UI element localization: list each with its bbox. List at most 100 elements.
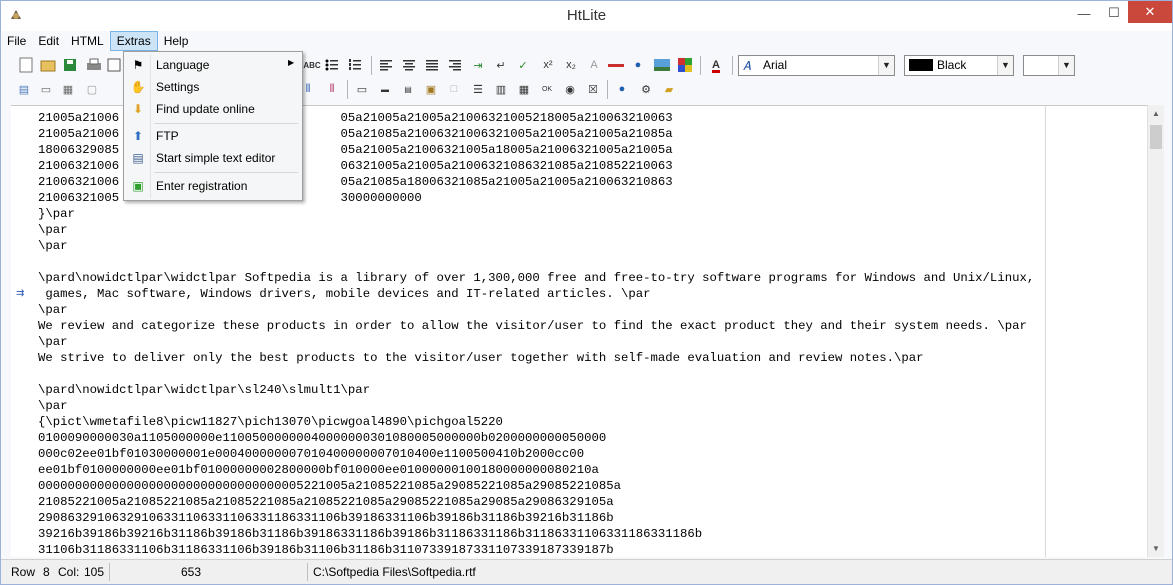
align-center-icon[interactable] — [400, 56, 418, 74]
chevron-down-icon[interactable]: ▼ — [878, 56, 894, 75]
align-justify-icon[interactable] — [423, 56, 441, 74]
chevron-down-icon[interactable]: ▼ — [997, 56, 1013, 75]
align-right-icon[interactable] — [446, 56, 464, 74]
editor-line[interactable]: \pard\nowidctlpar\widctlpar\sl240\slmult… — [38, 382, 1034, 398]
superscript-icon[interactable]: x² — [539, 56, 557, 74]
menu-item-registration[interactable]: ▣ Enter registration — [126, 175, 300, 197]
layout-icon[interactable]: ▤ — [15, 80, 33, 98]
editor-line[interactable]: ee01bf0100000000ee01bf01000000002800000b… — [38, 462, 1034, 478]
editor-line[interactable]: 21085221005a21085221085a21085221085a2108… — [38, 494, 1034, 510]
editor-line[interactable]: 0100090000030a1105000000e110050000000400… — [38, 430, 1034, 446]
menu-html[interactable]: HTML — [65, 31, 110, 51]
col-label: Col: — [58, 565, 80, 579]
scroll-up-arrow-icon[interactable]: ▲ — [1148, 105, 1164, 122]
merge-icon[interactable]: ⫴ — [323, 80, 341, 98]
editor-gutter — [11, 106, 36, 557]
grid-layout-icon[interactable]: ▦ — [515, 80, 533, 98]
list-box-icon[interactable]: ☰ — [469, 80, 487, 98]
color-grid-icon[interactable] — [676, 56, 694, 74]
editor-line[interactable] — [38, 366, 1034, 382]
folder-star-icon[interactable]: ▰ — [660, 80, 678, 98]
editor-line[interactable]: We strive to deliver only the best produ… — [38, 350, 1034, 366]
menu-edit[interactable]: Edit — [32, 31, 65, 51]
menu-extras[interactable]: Extras — [109, 31, 158, 51]
ok-button-icon[interactable]: OK — [538, 80, 556, 98]
abc-spellcheck-icon[interactable]: ABC — [303, 56, 321, 74]
editor-line[interactable]: 0000000000000000000000000000000000052210… — [38, 478, 1034, 494]
subscript-icon[interactable]: x₂ — [562, 56, 580, 74]
editor-line[interactable]: \par — [38, 302, 1034, 318]
indent-icon[interactable]: ⇥ — [469, 56, 487, 74]
editor-line[interactable]: }\par — [38, 206, 1034, 222]
radio-button-icon[interactable]: ◉ — [561, 80, 579, 98]
menu-bar: File Edit HTML Extras Help — [1, 31, 1172, 51]
menu-help[interactable]: Help — [158, 31, 195, 51]
maximize-button[interactable]: ☐ — [1099, 1, 1129, 25]
editor-line[interactable]: \pard\nowidctlpar\widctlpar Softpedia is… — [38, 270, 1034, 286]
menu-item-text-editor[interactable]: ▤ Start simple text editor — [126, 147, 300, 169]
font-name-select[interactable]: 𝐴 Arial ▼ — [738, 55, 895, 76]
image-icon[interactable] — [653, 56, 671, 74]
text-document-icon: ▤ — [132, 151, 144, 165]
vertical-scrollbar[interactable]: ▲ ▼ — [1147, 105, 1164, 557]
flag-icon: ⚑ — [132, 58, 144, 72]
menu-item-label: Language — [156, 58, 210, 72]
spellcheck-icon[interactable]: ✓ — [514, 56, 532, 74]
frame-icon[interactable]: ▭ — [37, 80, 55, 98]
download-arrow-icon: ⬇ — [132, 102, 144, 116]
numbered-list-icon[interactable] — [346, 56, 364, 74]
editor-line[interactable]: \par — [38, 222, 1034, 238]
table-icon[interactable]: ▦ — [59, 80, 77, 98]
web-globe-icon[interactable]: ● — [613, 80, 631, 98]
tools-icon[interactable]: ⚙ — [637, 80, 655, 98]
editor-line[interactable]: 31106b31186331106b31186331106b39186b3110… — [38, 542, 1034, 557]
editor-line[interactable]: 2908632910632910633110633110633118633110… — [38, 510, 1034, 526]
preview-icon[interactable] — [105, 56, 123, 74]
editor-line[interactable]: games, Mac software, Windows drivers, mo… — [38, 286, 1034, 302]
menu-item-language[interactable]: ⚑ Language ▶ — [126, 54, 300, 76]
extras-dropdown-menu: ⚑ Language ▶ ✋ Settings ⬇ Find update on… — [123, 51, 303, 201]
save-icon[interactable] — [61, 56, 79, 74]
menu-item-find-update[interactable]: ⬇ Find update online — [126, 98, 300, 120]
form-icon[interactable]: ▢ — [83, 80, 101, 98]
font-size-icon[interactable]: A — [585, 56, 603, 74]
editor-line[interactable]: \par — [38, 238, 1034, 254]
blank-element-icon[interactable]: □ — [445, 80, 463, 98]
chevron-down-icon[interactable]: ▼ — [1058, 56, 1074, 75]
title-bar: HtLite — ☐ ✕ — [1, 1, 1172, 31]
scroll-thumb[interactable] — [1150, 125, 1162, 149]
text-color-icon[interactable]: A — [707, 56, 725, 74]
horizontal-rule-icon[interactable] — [607, 56, 625, 74]
font-size-select[interactable]: ▼ — [1023, 55, 1075, 76]
new-document-icon[interactable] — [17, 56, 35, 74]
scroll-down-arrow-icon[interactable]: ▼ — [1148, 540, 1164, 557]
editor-line[interactable]: We review and categorize these products … — [38, 318, 1034, 334]
bullet-list-icon[interactable] — [323, 56, 341, 74]
textarea-icon[interactable]: ▤ — [399, 80, 417, 98]
menu-item-settings[interactable]: ✋ Settings — [126, 76, 300, 98]
toolbar-separator — [700, 56, 701, 75]
minimize-button[interactable]: — — [1069, 1, 1099, 25]
editor-line[interactable]: \par — [38, 398, 1034, 414]
editor-line[interactable] — [38, 254, 1034, 270]
checkbox-icon[interactable]: ☒ — [584, 80, 602, 98]
globe-link-icon[interactable]: ● — [629, 56, 647, 74]
editor-line[interactable]: 39216b39186b39216b31186b39186b31186b3918… — [38, 526, 1034, 542]
editor-line[interactable]: 000c02ee01bf01030000001e0004000000070104… — [38, 446, 1034, 462]
menu-item-ftp[interactable]: ⬆ FTP — [126, 125, 300, 147]
select-box-icon[interactable]: ▥ — [492, 80, 510, 98]
button-element-icon[interactable]: ▣ — [422, 80, 440, 98]
editor-line[interactable]: \par — [38, 334, 1034, 350]
color-select[interactable]: Black ▼ — [904, 55, 1014, 76]
menu-file[interactable]: File — [1, 31, 32, 51]
status-bar: Row 8 Col: 105 653 C:\Softpedia Files\So… — [1, 559, 1172, 584]
menu-item-label: FTP — [156, 129, 179, 143]
align-left-icon[interactable] — [377, 56, 395, 74]
window-icon[interactable]: ▭ — [353, 80, 371, 98]
editor-line[interactable]: {\pict\wmetafile8\picw11827\pich13070\pi… — [38, 414, 1034, 430]
input-field-icon[interactable]: ▬ — [376, 80, 394, 98]
open-folder-icon[interactable] — [39, 56, 57, 74]
line-break-icon[interactable]: ↵ — [492, 56, 510, 74]
close-button[interactable]: ✕ — [1128, 1, 1172, 23]
print-icon[interactable] — [85, 56, 103, 74]
